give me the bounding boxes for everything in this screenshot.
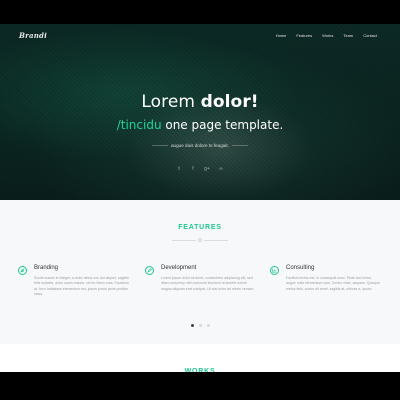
feature-title: Development (161, 265, 197, 271)
hero-subline: /tincidu one page template. (0, 118, 400, 132)
hero-section (0, 24, 400, 200)
carousel-indicators (0, 324, 400, 327)
logo[interactable]: Brandi (19, 31, 47, 40)
hero-subline-rest: one page template. (161, 118, 284, 132)
flickr-icon[interactable]: ∞ (218, 166, 224, 172)
carousel-dot-2[interactable] (198, 324, 202, 327)
hero-headline: Lorem dolor! (0, 92, 400, 112)
twitter-icon[interactable]: 𝕥 (176, 166, 182, 172)
feature-consulting: Consulting Facilisis lectus est. In cons… (270, 262, 382, 306)
carousel-dot-1[interactable] (190, 324, 194, 327)
divider-dot (198, 238, 202, 242)
pencil-icon (145, 266, 154, 275)
hero-headline-bold: dolor! (200, 92, 259, 112)
menu-item-team[interactable]: Team (343, 33, 353, 38)
social-links: 𝕥 f g+ ∞ (0, 166, 400, 172)
features-section: FEATURES Branding Sociis mauris in integ… (0, 200, 400, 344)
chart-icon (270, 266, 279, 275)
feature-text: Sociis mauris in integer, a dolor netus … (34, 276, 129, 297)
feature-title: Branding (34, 265, 59, 271)
google-plus-icon[interactable]: g+ (204, 166, 210, 172)
main-menu: Home Features Works Team Contact (276, 33, 377, 38)
bottom-letterbox (0, 372, 400, 400)
hero-headline-regular: Lorem (141, 92, 201, 112)
facebook-icon[interactable]: f (190, 166, 196, 172)
page: Brandi Home Features Works Team Contact … (0, 0, 400, 400)
features-title-divider (172, 238, 228, 242)
leaf-icon (18, 266, 27, 275)
divider-line-left (172, 239, 196, 241)
feature-text: Lorem ipsum dolor sit amet, consectetur … (161, 276, 255, 291)
feature-title: Consulting (286, 265, 315, 271)
menu-item-contact[interactable]: Contact (363, 33, 377, 38)
top-navigation: Brandi Home Features Works Team Contact (0, 28, 400, 46)
hero-subline-accent: /tincidu (116, 118, 162, 132)
feature-development: Development Lorem ipsum dolor sit amet, … (145, 262, 257, 306)
carousel-dot-3[interactable] (206, 324, 210, 327)
menu-item-home[interactable]: Home (276, 33, 287, 38)
menu-item-works[interactable]: Works (322, 33, 333, 38)
feature-branding: Branding Sociis mauris in integer, a dol… (18, 262, 130, 306)
hero-small-text: augue duis dolore te feugait. (171, 143, 229, 148)
divider-line-right (204, 239, 228, 241)
feature-text: Facilisis lectus est. In consequat nunc.… (286, 276, 380, 291)
menu-item-features[interactable]: Features (296, 33, 312, 38)
features-title: FEATURES (178, 224, 222, 231)
